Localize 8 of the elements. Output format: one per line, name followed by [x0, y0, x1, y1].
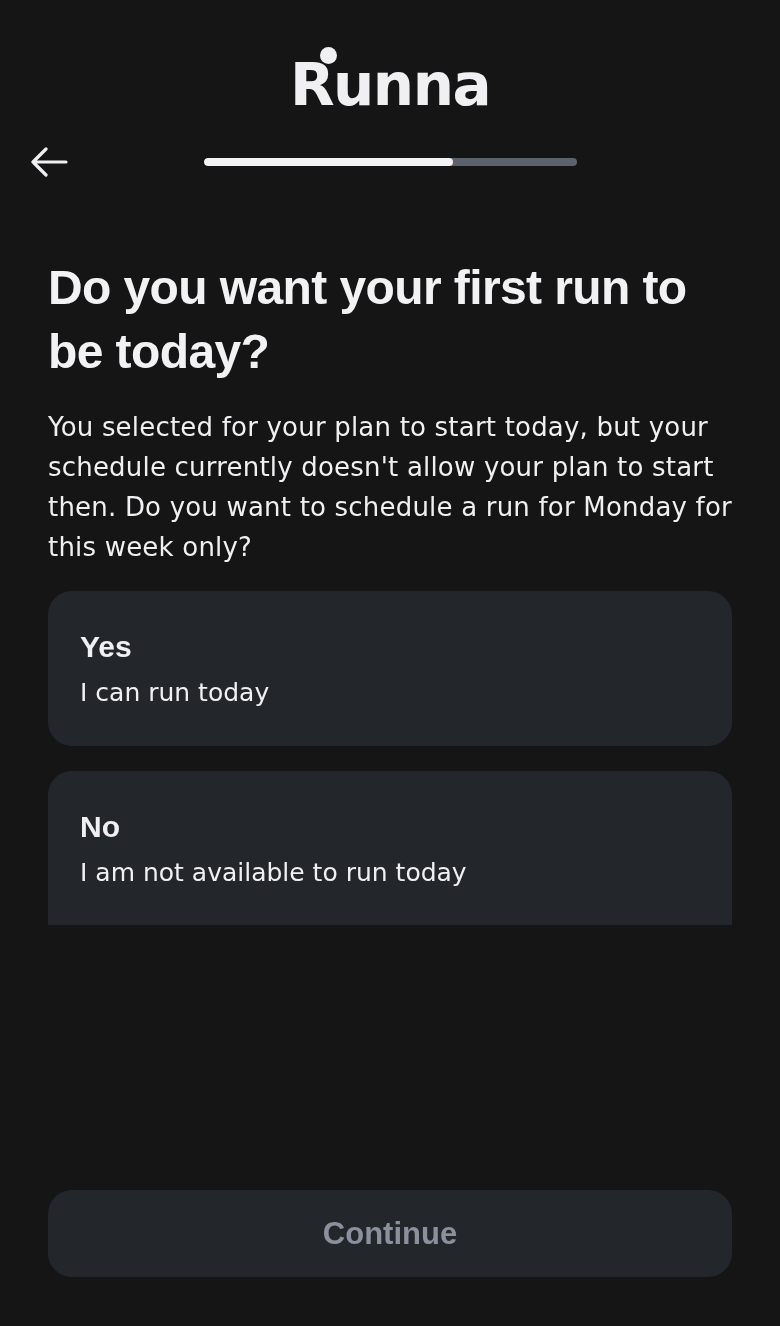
back-arrow-icon	[30, 147, 68, 177]
logo-dot-icon	[319, 47, 337, 64]
logo-wordmark: Runna	[289, 56, 491, 114]
question-title: Do you want your first run to be today?	[48, 260, 688, 380]
back-button[interactable]	[30, 147, 68, 177]
question-description: You selected for your plan to start today, but your schedule currently doesn't allow your plan to start then. Do you want to schedule a run for Monday for this week only?	[48, 411, 732, 564]
option-card[interactable]: No I am not available to run today	[48, 771, 732, 925]
option-card[interactable]: Yes I can run today	[48, 591, 732, 746]
